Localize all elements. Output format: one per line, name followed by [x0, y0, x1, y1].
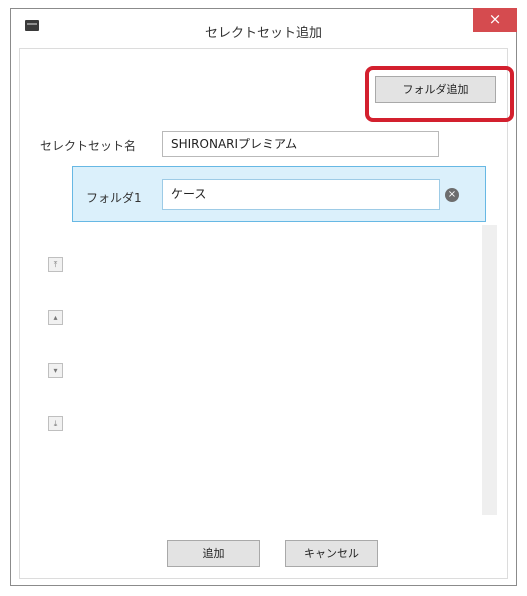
move-down-icon[interactable]: ▾	[48, 363, 63, 378]
folder-row-1: フォルダ1 ケース	[72, 166, 486, 222]
move-up-icon[interactable]: ▴	[48, 310, 63, 325]
dialog-title: セレクトセット追加	[204, 26, 322, 41]
title-bar[interactable]: セレクトセット追加 ×	[11, 8, 517, 47]
move-bottom-icon[interactable]: ⤓	[48, 416, 63, 431]
add-folder-highlight	[365, 66, 514, 122]
add-button[interactable]: 追加	[167, 540, 260, 567]
set-name-field[interactable]: SHIRONARIプレミアム	[162, 131, 439, 157]
scroll-track[interactable]	[482, 225, 497, 515]
cancel-button[interactable]: キャンセル	[285, 540, 378, 567]
move-top-icon[interactable]: ⤒	[48, 257, 63, 272]
folder-name-field[interactable]: ケース	[162, 179, 440, 210]
folder-label: フォルダ1	[86, 191, 142, 205]
remove-folder-icon[interactable]: ×	[445, 188, 459, 202]
set-name-label: セレクトセット名	[40, 139, 137, 153]
close-button[interactable]: ×	[473, 8, 517, 32]
dialog-content	[19, 48, 508, 579]
